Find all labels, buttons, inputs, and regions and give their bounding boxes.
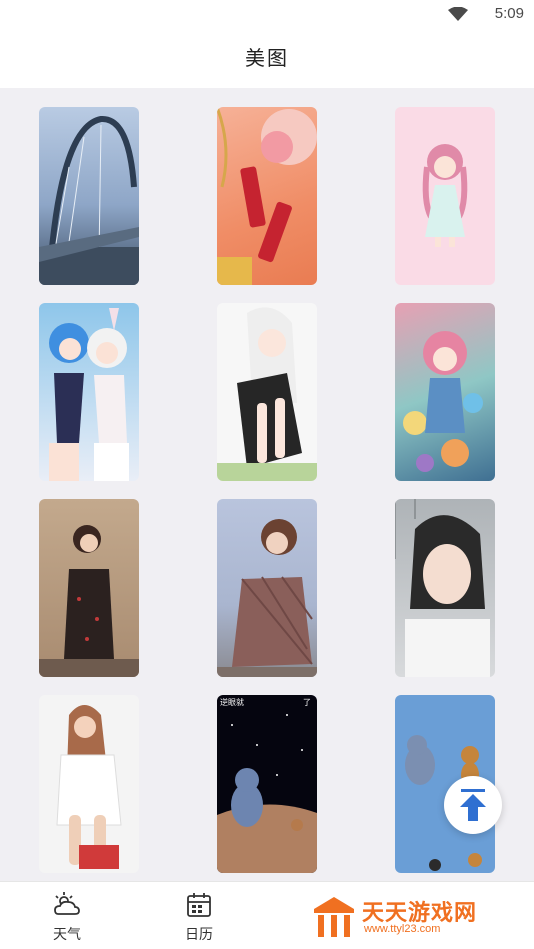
status-bar: 5:09	[0, 0, 534, 30]
woman-wet-hair-image	[395, 499, 490, 677]
woman-black-dress-image	[39, 525, 139, 677]
weather-icon	[54, 892, 80, 915]
gallery-item-anime-bunny[interactable]	[39, 303, 139, 481]
woman-plaid-image	[217, 519, 317, 677]
gallery-item-bridge[interactable]	[39, 107, 139, 285]
gallery-item-lipstick[interactable]	[217, 107, 317, 285]
scroll-to-top-button[interactable]	[444, 776, 502, 834]
woman-white-shirt-image	[56, 705, 122, 869]
nav-label-weather: 天气	[53, 926, 81, 942]
gallery-item-anime-colorful[interactable]	[395, 303, 495, 481]
status-time: 5:09	[494, 5, 524, 22]
nav-item-calendar[interactable]: 日历	[169, 888, 229, 944]
calendar-icon	[187, 893, 211, 917]
bridge-image	[39, 116, 139, 285]
nav-item-weather[interactable]: 天气	[37, 888, 97, 944]
svg-text:了: 了	[303, 698, 311, 707]
nav-label-calendar: 日历	[185, 926, 213, 942]
page-title: 美图	[0, 30, 534, 88]
anime-pink-image	[422, 144, 468, 247]
tom-jerry-space-image: 逆眼就 了	[217, 697, 317, 873]
gallery-item-tom-jerry-space[interactable]: 逆眼就 了	[217, 695, 317, 873]
gallery-item-woman-wet-hair[interactable]	[395, 499, 495, 677]
gallery-item-anime-white-hair[interactable]	[217, 303, 317, 481]
wifi-icon	[448, 7, 468, 21]
watermark: 天天游戏网 www.ttyl23.com	[312, 893, 528, 943]
watermark-logo-icon	[314, 897, 354, 937]
anime-bunny-image	[49, 308, 129, 481]
gallery-item-woman-plaid[interactable]	[217, 499, 317, 677]
watermark-url: www.ttyl23.com	[364, 923, 441, 935]
anime-colorful-image	[403, 331, 483, 472]
lipstick-image	[217, 107, 317, 285]
gallery-item-anime-pink[interactable]	[395, 107, 495, 285]
scroll-to-top-icon	[460, 789, 486, 821]
gallery-item-woman-white-shirt[interactable]	[39, 695, 139, 873]
gallery-grid[interactable]: 逆眼就 了	[0, 88, 534, 881]
svg-text:逆眼就: 逆眼就	[220, 697, 244, 707]
gallery-item-woman-black-dress[interactable]	[39, 499, 139, 677]
anime-white-hair-image	[217, 307, 317, 481]
